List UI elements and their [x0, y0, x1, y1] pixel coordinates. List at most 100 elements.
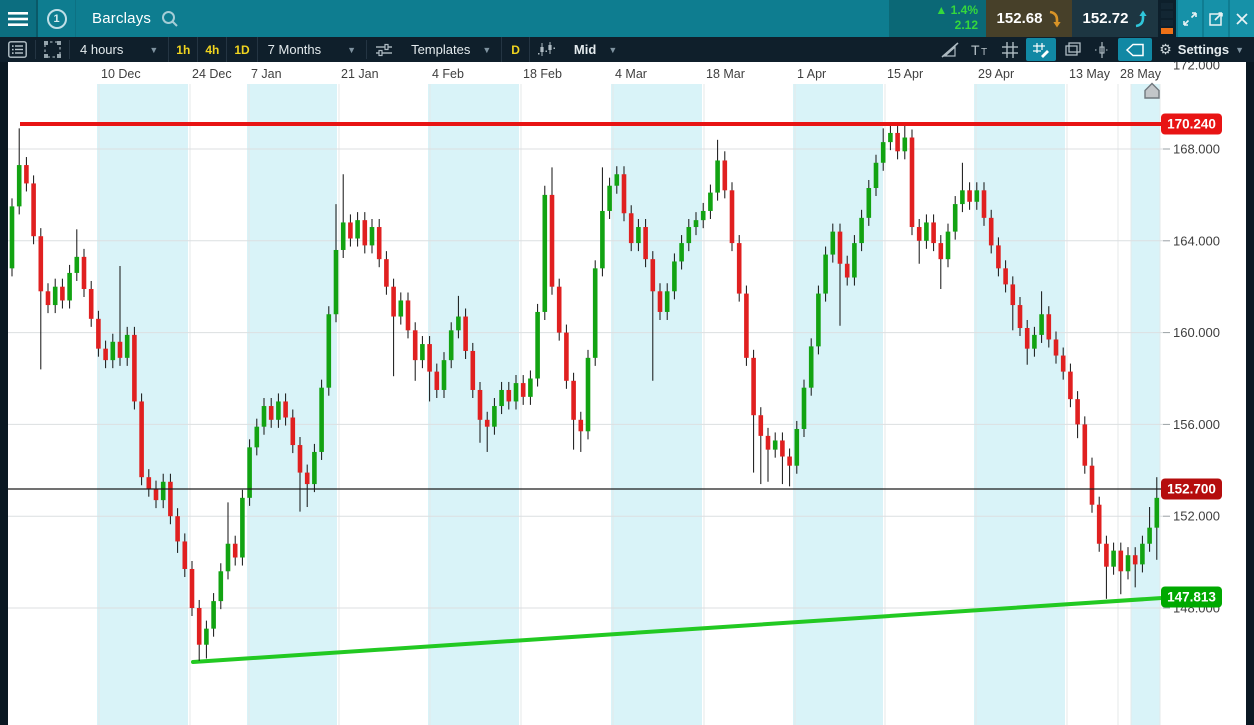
price-type-dropdown[interactable]: Mid ▼ — [564, 37, 627, 62]
chart-style-button[interactable] — [530, 37, 564, 62]
candle-down — [348, 222, 353, 239]
candlestick-chart[interactable]: 172.000 168.000 164.000 160.000 156.000 152.0… — [0, 58, 1254, 725]
indicator-sliders-button[interactable] — [367, 37, 401, 62]
candle-down — [81, 256, 87, 289]
sell-price: 152.68 — [996, 10, 1043, 27]
search-button[interactable] — [151, 0, 179, 37]
candle-down — [549, 194, 555, 287]
candle-up — [772, 440, 778, 450]
candle-up — [852, 243, 857, 278]
candle-up — [830, 231, 836, 255]
templates-dropdown[interactable]: Templates ▼ — [401, 37, 501, 62]
sliders-icon — [376, 43, 393, 56]
candle-up — [240, 497, 245, 558]
layout-button[interactable] — [36, 37, 69, 62]
candle-up — [319, 387, 324, 452]
candle-up — [355, 220, 360, 239]
candle-down — [304, 472, 310, 485]
chart-left-border — [0, 62, 8, 725]
grid-toggle-button[interactable] — [995, 37, 1025, 62]
candle-up — [873, 162, 879, 189]
candle-down — [412, 330, 418, 361]
candle-up — [607, 185, 612, 211]
gauge-cell-active — [1161, 27, 1173, 34]
price-tick-label: 168.000 — [1173, 142, 1220, 157]
instrument-number-badge[interactable]: 1 — [38, 0, 76, 37]
candle-down — [909, 137, 915, 228]
candle-up — [16, 165, 22, 207]
price-tick-label: 152.000 — [1173, 509, 1220, 524]
trading-window: 1 Barclays ▲ 1.4% 2.12 152.68 152.72 4 h… — [0, 0, 1254, 725]
candle-down — [283, 401, 288, 418]
trend-line-icon — [941, 41, 959, 58]
text-tool-button[interactable]: T T — [965, 37, 995, 62]
candle-up — [614, 174, 620, 186]
price-type-value: Mid — [573, 42, 597, 57]
candle-down — [268, 406, 274, 420]
session-band — [428, 84, 519, 725]
change-value: 2.12 — [954, 18, 978, 32]
chart-toolbar: 4 hours ▼ 1h 4h 1D 7 Months ▼ Templates … — [0, 37, 1254, 62]
candle-up — [276, 401, 281, 420]
candle-up — [204, 628, 209, 645]
timeframe-value: 4 hours — [80, 42, 124, 57]
candle-up — [441, 360, 447, 390]
timeframe-dropdown[interactable]: 4 hours ▼ — [70, 37, 168, 62]
price-projection-button[interactable] — [1087, 37, 1117, 62]
candle-up — [218, 571, 224, 602]
interval-badge[interactable]: D — [501, 37, 530, 62]
duplicate-chart-button[interactable] — [1057, 37, 1087, 62]
range-dropdown[interactable]: 7 Months ▼ — [258, 37, 366, 62]
candle-down — [571, 380, 576, 420]
chart-area[interactable]: 172.000 168.000 164.000 160.000 156.000 152.0… — [0, 58, 1254, 725]
candle-down — [139, 401, 144, 478]
candle-up — [686, 227, 692, 244]
depth-gauge[interactable] — [1158, 0, 1176, 37]
popout-button[interactable] — [1202, 0, 1228, 37]
quick-timeframe-1d[interactable]: 1D — [227, 37, 256, 62]
settings-label: Settings — [1177, 42, 1230, 57]
date-tick-label: 1 Apr — [797, 67, 826, 81]
candle-up — [823, 254, 828, 294]
candle-up — [664, 291, 670, 312]
trend-line-tool-button[interactable] — [935, 37, 965, 62]
candlestick-icon — [537, 42, 555, 56]
candle-down — [988, 217, 994, 246]
candle-down — [297, 445, 303, 473]
candle-down — [146, 477, 152, 489]
support-price-label-text: 147.813 — [1167, 590, 1216, 605]
date-tick-label: 7 Jan — [251, 67, 282, 81]
candle-down — [232, 543, 238, 558]
candle-down — [621, 174, 627, 214]
candle-down — [391, 286, 396, 317]
candle-down — [132, 334, 137, 402]
candle-down — [967, 190, 972, 202]
gauge-cell — [1161, 3, 1173, 10]
maximize-button[interactable] — [1176, 0, 1202, 37]
price-tag-button[interactable] — [1118, 38, 1153, 61]
quick-timeframe-1h[interactable]: 1h — [169, 37, 199, 62]
candle-down — [996, 245, 1001, 269]
drawing-tools-button[interactable] — [1026, 38, 1057, 61]
watchlist-button[interactable] — [0, 37, 35, 62]
candle-up — [312, 451, 317, 485]
candle-up — [369, 227, 375, 246]
app-menu-button[interactable] — [0, 0, 38, 37]
sell-price-button[interactable]: 152.68 — [986, 0, 1072, 37]
chevron-down-icon: ▼ — [482, 44, 492, 55]
settings-dropdown[interactable]: ⚙ Settings ▼ — [1153, 37, 1254, 62]
close-button[interactable] — [1228, 0, 1254, 37]
candle-up — [1039, 314, 1044, 335]
buy-price-button[interactable]: 152.72 — [1072, 0, 1158, 37]
quick-timeframe-4h[interactable]: 4h — [198, 37, 228, 62]
instrument-title: Barclays — [92, 10, 152, 27]
price-up-arrow-icon — [1136, 10, 1148, 27]
session-band — [1131, 84, 1160, 725]
layers-icon — [1065, 42, 1081, 56]
change-direction-icon: ▲ — [935, 3, 948, 17]
quick-timeframe-group: 1h 4h 1D — [168, 37, 258, 62]
date-tick-label: 15 Apr — [887, 67, 923, 81]
chart-right-border — [1246, 62, 1254, 725]
toolbar-right-group: T T ⚙ Settings ▼ — [935, 37, 1254, 62]
